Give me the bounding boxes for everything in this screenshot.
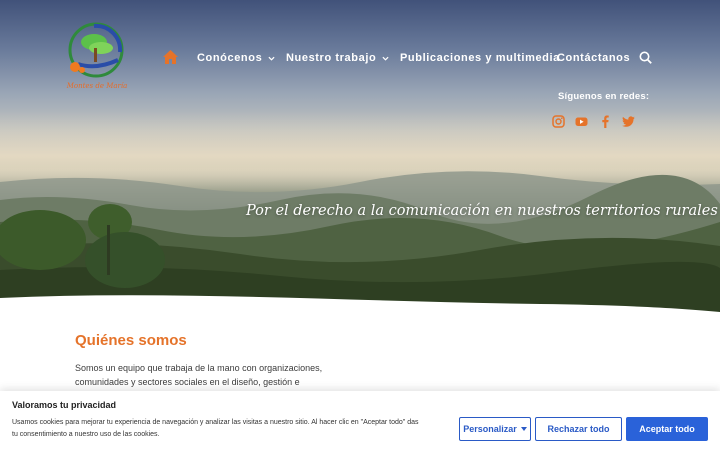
chevron-down-icon [268,56,275,61]
about-text: Somos un equipo que trabaja de la mano c… [75,361,325,389]
facebook-icon[interactable] [599,115,612,128]
customize-button[interactable]: Personalizar [459,417,531,441]
reject-all-label: Rechazar todo [547,424,610,434]
nav-item-label: Contáctanos [557,52,631,64]
nav-item-publicaciones[interactable]: Publicaciones y multimedia [400,49,560,67]
nav-item-label: Publicaciones y multimedia [400,52,560,64]
about-title: Quiénes somos [75,332,187,349]
site-logo[interactable]: Montes de María [64,20,130,94]
accept-all-button[interactable]: Aceptar todo [626,417,708,441]
cookie-consent-banner: Valoramos tu privacidad Usamos cookies p… [0,391,720,450]
customize-label: Personalizar [463,424,517,434]
nav-item-conocenos[interactable]: Conócenos [197,49,275,67]
youtube-icon[interactable] [575,115,588,128]
accept-all-label: Aceptar todo [639,424,695,434]
hero-banner: Montes de María Conócenos Nuestro trabaj… [0,0,720,312]
home-icon[interactable] [163,50,178,64]
twitter-icon[interactable] [622,115,635,128]
about-line: comunidades y sectores sociales en el di… [75,377,300,387]
logo-text: Montes de María [66,82,128,90]
cookie-title: Valoramos tu privacidad [12,400,117,410]
about-line: Somos un equipo que trabaja de la mano c… [75,363,323,373]
nav-item-nuestro-trabajo[interactable]: Nuestro trabajo [286,49,389,67]
social-label: Síguenos en redes: [558,91,650,102]
caret-down-icon [520,427,527,431]
hero-tagline: Por el derecho a la comunicación en nues… [246,203,718,219]
instagram-icon[interactable] [552,115,565,128]
search-icon[interactable] [639,51,652,64]
cookie-text: Usamos cookies para mejorar tu experienc… [12,419,419,438]
nav-item-contactanos[interactable]: Contáctanos [557,49,630,67]
nav-item-label: Conócenos [197,52,263,64]
chevron-down-icon [382,56,389,61]
reject-all-button[interactable]: Rechazar todo [535,417,622,441]
nav-item-label: Nuestro trabajo [286,52,377,64]
